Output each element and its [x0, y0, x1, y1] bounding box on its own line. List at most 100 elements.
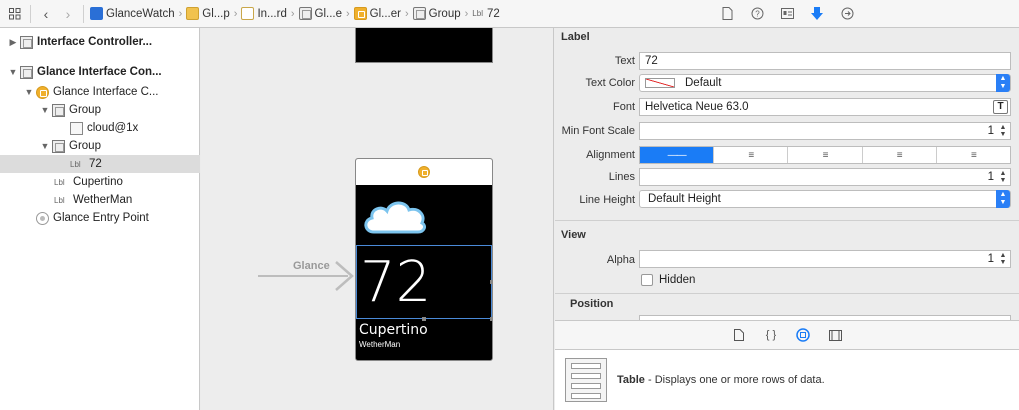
- crumb-label: Gl...e: [314, 7, 342, 20]
- glance-interface-preview[interactable]: 72 Cupertino WetherMan: [355, 158, 493, 361]
- outline-item-label: Glance Interface C...: [53, 86, 159, 98]
- file-inspector-icon[interactable]: [719, 6, 735, 22]
- crumb-controller[interactable]: Gl...er: [352, 7, 403, 20]
- stepper-arrows-icon[interactable]: ▲ ▼: [998, 252, 1008, 266]
- lines-stepper[interactable]: 1 ▲ ▼: [639, 168, 1011, 186]
- object-library-icon[interactable]: [796, 328, 810, 342]
- jump-bar: ‹ › GlanceWatch › Gl...p › In...rd › Gl.…: [0, 0, 555, 28]
- disclosure-expanded-icon[interactable]: ▼: [24, 87, 34, 97]
- outline-item-label: Group: [69, 104, 101, 116]
- outline-item-label-72[interactable]: Lbl 72: [0, 155, 200, 173]
- help-icon[interactable]: ?: [749, 6, 765, 22]
- outline-item-group[interactable]: ▼ Group: [0, 137, 200, 155]
- library-tab-bar: { }: [555, 320, 1019, 350]
- alignment-segmented-control[interactable]: —— ≡ ≡ ≡ ≡: [639, 146, 1011, 164]
- crumb-label: Gl...er: [369, 7, 401, 20]
- interface-controller-preview[interactable]: [355, 28, 493, 63]
- stepper-arrows-icon[interactable]: ▲ ▼: [998, 124, 1008, 138]
- crumb-label-item[interactable]: Lbl 72: [470, 8, 501, 20]
- chevron-right-icon: ›: [346, 7, 350, 20]
- glance-entry-label: Glance: [293, 260, 330, 272]
- chevron-right-icon: ›: [404, 7, 409, 20]
- outline-item-label-cupertino[interactable]: Lbl Cupertino: [0, 173, 200, 191]
- controller-icon: [353, 7, 367, 20]
- entry-point-icon: [36, 211, 49, 225]
- align-left-icon[interactable]: ≡: [714, 147, 789, 163]
- back-arrow-icon[interactable]: ‹: [35, 4, 57, 24]
- crumb-storyboard[interactable]: In...rd: [239, 7, 288, 20]
- storyboard-icon: [241, 7, 255, 20]
- outline-item-label: 72: [89, 158, 102, 170]
- forward-arrow-icon[interactable]: ›: [57, 4, 79, 24]
- outline-item-glance-interface-controller[interactable]: ▼ Glance Interface C...: [0, 83, 200, 101]
- alpha-stepper[interactable]: 1 ▲ ▼: [639, 250, 1011, 268]
- table-object-description[interactable]: Table - Displays one or more rows of dat…: [617, 374, 825, 386]
- resize-handle[interactable]: [490, 280, 492, 284]
- controller-icon: [418, 166, 430, 178]
- outline-item-interface-controller[interactable]: ▶ Interface Controller...: [0, 33, 200, 51]
- media-library-icon[interactable]: [828, 328, 842, 342]
- file-template-library-icon[interactable]: [732, 328, 746, 342]
- code-snippet-library-icon[interactable]: { }: [764, 328, 778, 342]
- related-items-icon[interactable]: [4, 4, 26, 24]
- min-font-scale-stepper[interactable]: 1 ▲ ▼: [639, 122, 1011, 140]
- popup-arrows-icon: ▲ ▼: [996, 74, 1010, 92]
- align-center-icon[interactable]: ≡: [788, 147, 863, 163]
- disclosure-expanded-icon[interactable]: ▼: [8, 67, 18, 77]
- connections-inspector-icon[interactable]: [839, 6, 855, 22]
- crumb-scene[interactable]: Gl...e: [297, 7, 344, 20]
- text-input[interactable]: 72: [639, 52, 1011, 70]
- attributes-inspector-icon[interactable]: [809, 6, 825, 22]
- line-height-value: Default Height: [648, 193, 721, 205]
- outline-item-cloud-image[interactable]: cloud@1x: [0, 119, 200, 137]
- stepper-arrows-icon[interactable]: ▲ ▼: [998, 170, 1008, 184]
- outline-item-group[interactable]: ▼ Group: [0, 101, 200, 119]
- storyboard-canvas[interactable]: Glance 72 Cupertino WetherMan: [201, 28, 554, 410]
- min-font-scale-label: Min Font Scale: [561, 125, 635, 137]
- min-font-scale-value: 1: [987, 125, 994, 137]
- color-swatch-icon: [645, 78, 675, 88]
- font-field[interactable]: Helvetica Neue 63.0 T: [639, 98, 1011, 116]
- disclosure-expanded-icon[interactable]: ▼: [40, 105, 50, 115]
- align-natural-icon[interactable]: ——: [640, 147, 715, 163]
- line-height-popup[interactable]: Default Height ▲ ▼: [639, 190, 1011, 208]
- chevron-right-icon: ›: [178, 7, 183, 20]
- disclosure-expanded-icon[interactable]: ▼: [40, 141, 50, 151]
- document-outline: ▶ Interface Controller... ▼ Glance Inter…: [0, 28, 200, 410]
- app-name-label[interactable]: WetherMan: [359, 340, 400, 349]
- outline-item-glance-entry-point[interactable]: Glance Entry Point: [0, 209, 200, 227]
- crumb-label: GlanceWatch: [106, 7, 175, 20]
- text-color-popup[interactable]: Default ▲ ▼: [639, 74, 1011, 92]
- image-icon: [70, 121, 83, 135]
- glance-scene-header: [356, 159, 492, 185]
- align-right-icon[interactable]: ≡: [937, 147, 1010, 163]
- crumb-folder[interactable]: Gl...p: [184, 7, 231, 20]
- font-picker-icon[interactable]: T: [993, 100, 1008, 114]
- resize-handle[interactable]: [490, 317, 492, 321]
- section-divider: [555, 293, 1019, 294]
- table-object-icon[interactable]: [565, 358, 607, 402]
- separator: [83, 4, 84, 23]
- crumb-label: 72: [486, 7, 500, 20]
- label-type-icon: Lbl: [472, 9, 483, 18]
- align-justify-icon[interactable]: ≡: [863, 147, 937, 163]
- line-height-label: Line Height: [579, 194, 635, 206]
- outline-item-glance-interface-scene[interactable]: ▼ Glance Interface Con...: [0, 63, 200, 81]
- city-label[interactable]: Cupertino: [359, 322, 428, 338]
- label-type-icon: Lbl: [54, 177, 65, 187]
- crumb-project[interactable]: GlanceWatch: [88, 7, 177, 20]
- identity-inspector-icon[interactable]: [779, 6, 795, 22]
- outline-item-label: Cupertino: [73, 176, 123, 188]
- outline-item-label: cloud@1x: [87, 122, 139, 134]
- temperature-label[interactable]: 72: [356, 245, 492, 319]
- outline-item-label-wetherman[interactable]: Lbl WetherMan: [0, 191, 200, 209]
- crumb-group[interactable]: Group: [411, 7, 463, 20]
- group-icon: [412, 7, 426, 20]
- text-field-label: Text: [614, 55, 635, 67]
- disclosure-collapsed-icon[interactable]: ▶: [8, 37, 18, 48]
- cloud-image[interactable]: [360, 196, 428, 238]
- svg-text:?: ?: [755, 10, 760, 19]
- group-icon: [52, 103, 65, 117]
- resize-handle[interactable]: [422, 317, 426, 321]
- hidden-checkbox[interactable]: [641, 274, 653, 286]
